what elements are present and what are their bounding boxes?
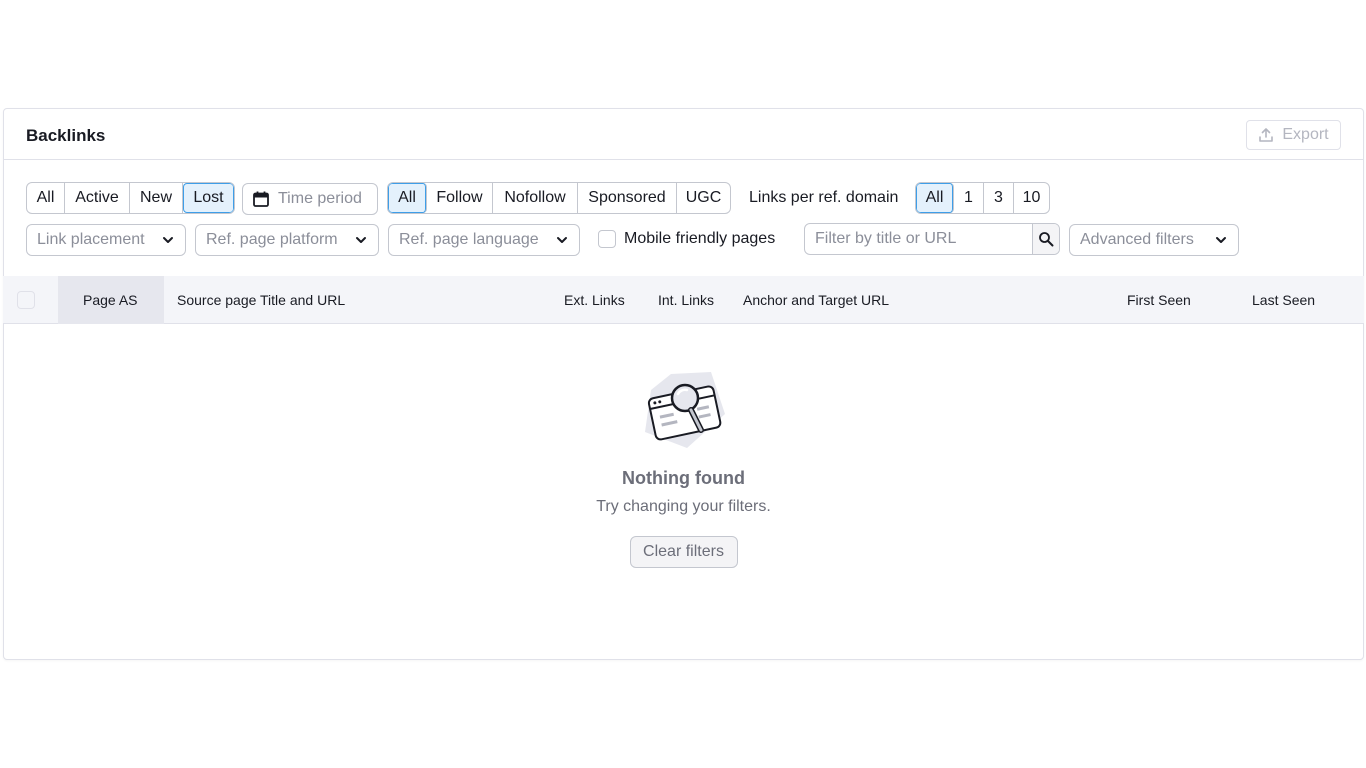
status-tab-all[interactable]: All — [27, 183, 65, 213]
search-button[interactable] — [1032, 224, 1059, 254]
column-ext-links[interactable]: Ext. Links — [564, 292, 625, 308]
chevron-down-icon — [163, 237, 173, 243]
chevron-down-icon — [557, 237, 567, 243]
clear-filters-button[interactable]: Clear filters — [629, 536, 738, 568]
empty-state-subtitle: Try changing your filters. — [596, 498, 771, 515]
card-header: Backlinks Export — [4, 109, 1363, 160]
link-type-filter: All Follow Nofollow Sponsored UGC — [387, 182, 731, 214]
links-per-domain-all[interactable]: All — [916, 183, 954, 213]
search-box — [804, 223, 1060, 255]
page-title: Backlinks — [26, 126, 106, 145]
ref-page-platform-label: Ref. page platform — [206, 231, 338, 248]
calendar-icon — [253, 191, 269, 207]
search-input[interactable] — [805, 224, 1032, 254]
empty-state: Nothing found Try changing your filters.… — [3, 370, 1364, 568]
status-filter: All Active New Lost — [26, 182, 235, 214]
empty-state-title: Nothing found — [622, 468, 745, 488]
column-int-links[interactable]: Int. Links — [658, 292, 714, 308]
status-tab-new[interactable]: New — [130, 183, 183, 213]
links-per-domain-filter: All 1 3 10 — [915, 182, 1050, 214]
column-page-as[interactable]: Page AS — [83, 292, 138, 308]
link-type-tab-all[interactable]: All — [388, 183, 427, 213]
time-period-button[interactable]: Time period — [242, 183, 378, 215]
mobile-friendly-label: Mobile friendly pages — [624, 230, 776, 247]
upload-icon — [1259, 128, 1274, 142]
mobile-friendly-checkbox[interactable] — [598, 230, 616, 248]
status-tab-active[interactable]: Active — [65, 183, 130, 213]
link-type-tab-sponsored[interactable]: Sponsored — [578, 183, 677, 213]
links-per-domain-3[interactable]: 3 — [984, 183, 1014, 213]
column-anchor-target[interactable]: Anchor and Target URL — [743, 292, 889, 308]
table-header: Page AS Source page Title and URL Ext. L… — [3, 276, 1364, 324]
link-type-tab-nofollow[interactable]: Nofollow — [493, 183, 578, 213]
export-button[interactable]: Export — [1246, 120, 1341, 150]
export-label: Export — [1282, 126, 1329, 143]
link-placement-label: Link placement — [37, 231, 145, 248]
column-last-seen[interactable]: Last Seen — [1252, 292, 1315, 308]
column-first-seen[interactable]: First Seen — [1127, 292, 1191, 308]
advanced-filters-dropdown[interactable]: Advanced filters — [1069, 224, 1239, 256]
link-type-tab-follow[interactable]: Follow — [427, 183, 493, 213]
link-placement-dropdown[interactable]: Link placement — [26, 224, 186, 256]
chevron-down-icon — [1216, 237, 1226, 243]
magnifier-document-icon — [644, 372, 725, 448]
links-per-domain-1[interactable]: 1 — [954, 183, 984, 213]
time-period-label: Time period — [278, 190, 362, 207]
ref-page-language-dropdown[interactable]: Ref. page language — [388, 224, 580, 256]
links-per-domain-10[interactable]: 10 — [1014, 183, 1049, 213]
column-source-page[interactable]: Source page Title and URL — [177, 292, 345, 308]
status-tab-lost[interactable]: Lost — [183, 183, 234, 213]
chevron-down-icon — [356, 237, 366, 243]
select-all-checkbox[interactable] — [17, 291, 35, 309]
ref-page-language-label: Ref. page language — [399, 231, 539, 248]
links-per-domain-label: Links per ref. domain — [749, 189, 899, 206]
ref-page-platform-dropdown[interactable]: Ref. page platform — [195, 224, 379, 256]
link-type-tab-ugc[interactable]: UGC — [677, 183, 730, 213]
advanced-filters-label: Advanced filters — [1080, 231, 1194, 248]
search-icon — [1039, 232, 1054, 247]
